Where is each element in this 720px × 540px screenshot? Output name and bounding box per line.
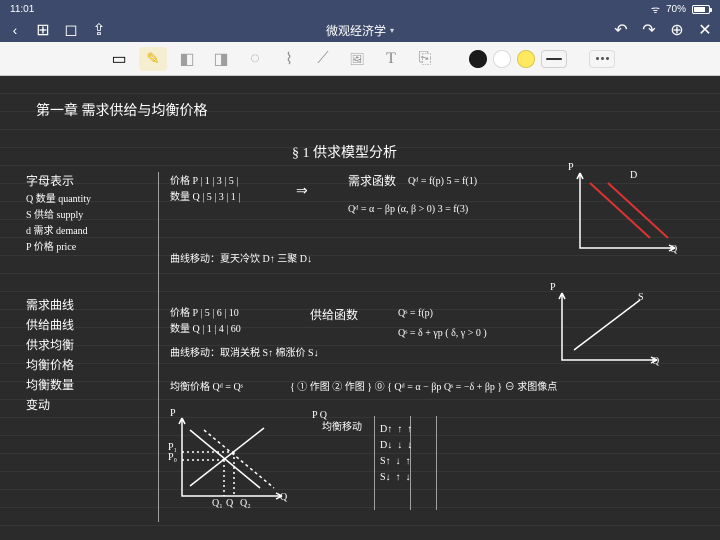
share-icon[interactable]: ⇪ bbox=[92, 23, 106, 37]
equil-label: 均衡价格 Qᵈ = Qˢ bbox=[170, 382, 243, 394]
lab-p1: P₁ bbox=[168, 442, 177, 454]
redo-button[interactable]: ↷ bbox=[642, 23, 656, 37]
color-white[interactable] bbox=[493, 50, 511, 68]
chart-supply: P Q S bbox=[552, 288, 662, 377]
b2-fn1: Qˢ = f(p) bbox=[398, 308, 433, 320]
eraser-hard-icon: ◨ bbox=[213, 49, 228, 69]
equil-brace: { ① 作图 ② 作图 } ⓪ { Qᵈ = α − βp Qˢ = −δ + … bbox=[290, 382, 670, 394]
lab-q1: Q₁ bbox=[212, 498, 223, 510]
divider bbox=[158, 172, 159, 522]
select-tool[interactable]: ▭ bbox=[105, 47, 133, 71]
b2-fn2: Qˢ = δ + γp ( δ, γ > 0 ) bbox=[398, 328, 487, 340]
b2-rowq: 数量 Q | 1 | 4 | 60 bbox=[170, 324, 241, 336]
table-div-3 bbox=[436, 416, 437, 510]
toolbar: ▭ ✎ ◧ ◨ ◌ ⌇ ⟋ 🖼 T ⎘ bbox=[0, 42, 720, 76]
lab-q2: Q₂ bbox=[240, 498, 251, 510]
lasso-icon: ◌ bbox=[250, 50, 260, 68]
stroke-width[interactable] bbox=[541, 50, 567, 68]
chart-demand: P Q D bbox=[570, 168, 680, 265]
battery-icon bbox=[692, 5, 710, 14]
more-tools[interactable] bbox=[589, 50, 615, 68]
text-icon: T bbox=[386, 50, 396, 68]
select-icon: ▭ bbox=[111, 49, 126, 69]
legend-2: d 需求 demand bbox=[26, 226, 88, 238]
label-d: D bbox=[630, 170, 637, 182]
status-time: 11:01 bbox=[10, 4, 34, 15]
link-tool[interactable]: ⎘ bbox=[411, 47, 439, 71]
b2-rowp: 价格 P | 5 | 6 | 10 bbox=[170, 308, 239, 320]
eraser-hard-tool[interactable]: ◨ bbox=[207, 47, 235, 71]
status-bar: 11:01 ᯤ 70% bbox=[0, 0, 720, 18]
eraser-soft-tool[interactable]: ◧ bbox=[173, 47, 201, 71]
table-div-1 bbox=[374, 416, 375, 510]
table-div-2 bbox=[410, 416, 411, 510]
image-tool[interactable]: 🖼 bbox=[343, 47, 371, 71]
image-icon: 🖼 bbox=[349, 52, 364, 66]
equil-table: D↑ ↑ ↑ D↓ ↓ ↓ S↑ ↓ ↑ S↓ ↑ ↓ bbox=[380, 422, 412, 486]
b1-rowq: 数量 Q | 5 | 3 | 1 | bbox=[170, 192, 240, 204]
equil-table-title: 均衡移动 bbox=[322, 422, 362, 434]
b1-fn1: Qᵈ = f(p) 5 = f(1) bbox=[408, 176, 477, 188]
axis-q-3: Q bbox=[280, 492, 287, 504]
wifi-icon: ᯤ bbox=[651, 2, 660, 16]
link-icon: ⎘ bbox=[419, 50, 432, 68]
b1-fntitle: 需求函数 bbox=[348, 174, 396, 188]
axis-p-1: P bbox=[568, 162, 574, 174]
b2-fntitle: 供给函数 bbox=[310, 308, 358, 322]
ruler-icon: ⟋ bbox=[317, 50, 328, 68]
ruler-tool[interactable]: ⟋ bbox=[309, 47, 337, 71]
pen-tool[interactable]: ✎ bbox=[139, 47, 167, 71]
nav-bar: ‹ ⊞ ◻ ⇪ 微观经济学 ▾ ↶ ↷ ⊕ ✕ bbox=[0, 18, 720, 42]
section-title: § 1 供求模型分析 bbox=[292, 146, 397, 163]
lab-q0: Q bbox=[226, 498, 233, 510]
grid-icon[interactable]: ⊞ bbox=[36, 23, 50, 37]
topic-3: 均衡价格 bbox=[26, 358, 74, 372]
back-button[interactable]: ‹ bbox=[8, 23, 22, 37]
topic-2: 供求均衡 bbox=[26, 338, 74, 352]
lasso-tool[interactable]: ◌ bbox=[241, 47, 269, 71]
legend-3: P 价格 price bbox=[26, 242, 76, 254]
equil-cols: P Q bbox=[312, 410, 327, 422]
b1-fn2: Qᵈ = α − βp (α, β > 0) 3 = f(3) bbox=[348, 204, 468, 216]
text-tool[interactable]: T bbox=[377, 47, 405, 71]
pen-icon: ✎ bbox=[146, 49, 159, 69]
legend-1: S 供给 supply bbox=[26, 210, 83, 222]
b1-rowp: 价格 P | 1 | 3 | 5 | bbox=[170, 176, 238, 188]
color-yellow[interactable] bbox=[517, 50, 535, 68]
doc-title-text: 微观经济学 bbox=[326, 22, 386, 39]
doc-title[interactable]: 微观经济学 ▾ bbox=[326, 22, 394, 39]
color-black[interactable] bbox=[469, 50, 487, 68]
chevron-down-icon: ▾ bbox=[390, 26, 394, 35]
close-button[interactable]: ✕ bbox=[698, 23, 712, 37]
axis-q-2: Q bbox=[652, 356, 659, 368]
note-canvas[interactable]: 第一章 需求供给与均衡价格 § 1 供求模型分析 字母表示 Q 数量 quant… bbox=[0, 76, 720, 540]
tape-tool[interactable]: ⌇ bbox=[275, 47, 303, 71]
topic-0: 需求曲线 bbox=[26, 298, 74, 312]
add-page-button[interactable]: ⊕ bbox=[670, 23, 684, 37]
axis-q-1: Q bbox=[670, 244, 677, 256]
undo-button[interactable]: ↶ bbox=[614, 23, 628, 37]
b1-arrow: ⇒ bbox=[296, 184, 308, 201]
topic-5: 变动 bbox=[26, 398, 50, 412]
label-s: S bbox=[638, 292, 644, 304]
chapter-title: 第一章 需求供给与均衡价格 bbox=[36, 104, 208, 121]
chart-equilibrium: P Q P₀ P₁ Q₁ Q Q₂ bbox=[168, 412, 288, 513]
topic-1: 供给曲线 bbox=[26, 318, 74, 332]
axis-p-3: P bbox=[170, 408, 176, 420]
bookmark-icon[interactable]: ◻ bbox=[64, 23, 78, 37]
b2-shift: 曲线移动：取消关税 S↑ 棉涨价 S↓ bbox=[170, 348, 319, 360]
b1-shift: 曲线移动：夏天冷饮 D↑ 三聚 D↓ bbox=[170, 254, 312, 266]
eraser-soft-icon: ◧ bbox=[179, 49, 194, 69]
axis-p-2: P bbox=[550, 282, 556, 294]
tape-icon: ⌇ bbox=[285, 49, 293, 69]
battery-pct: 70% bbox=[666, 4, 686, 15]
status-right: ᯤ 70% bbox=[651, 2, 710, 16]
topic-4: 均衡数量 bbox=[26, 378, 74, 392]
legend-title: 字母表示 bbox=[26, 174, 74, 188]
legend-0: Q 数量 quantity bbox=[26, 194, 91, 206]
